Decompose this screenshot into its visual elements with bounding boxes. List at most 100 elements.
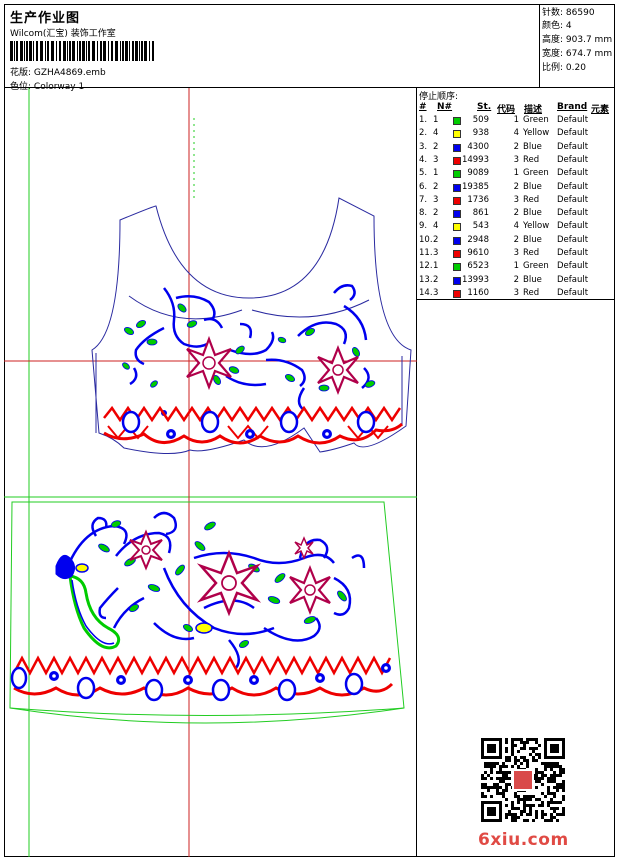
stop-description: Red bbox=[523, 287, 540, 298]
stop-needle: 3 bbox=[433, 248, 439, 258]
stop-row: 12. 1 6523 1 Green Default bbox=[417, 261, 615, 274]
stop-needle: 2 bbox=[433, 181, 439, 192]
thread-color-swatch bbox=[453, 250, 461, 258]
stop-code: 1 bbox=[513, 261, 519, 272]
skirt-flowers bbox=[129, 529, 331, 634]
design-file-name: GZHA4869.emb bbox=[33, 68, 106, 78]
stop-brand: Default bbox=[557, 274, 589, 285]
stop-code: 2 bbox=[513, 208, 519, 219]
stop-index: 4. bbox=[419, 154, 428, 165]
stop-needle: 4 bbox=[433, 221, 439, 232]
thread-color-swatch bbox=[453, 196, 461, 205]
qr-code-image bbox=[481, 738, 565, 822]
stop-code: 3 bbox=[513, 287, 519, 298]
thread-color-swatch bbox=[453, 130, 461, 139]
stop-index: 9. bbox=[419, 221, 428, 232]
stop-code: 3 bbox=[513, 248, 519, 258]
stop-brand: Default bbox=[557, 194, 589, 205]
stop-description: Blue bbox=[523, 234, 542, 245]
stop-needle: 2 bbox=[433, 234, 439, 245]
stop-index: 2. bbox=[419, 128, 428, 139]
stop-brand: Default bbox=[557, 208, 589, 219]
thread-color-swatch bbox=[453, 236, 461, 245]
stop-stitches: 4300 bbox=[467, 141, 489, 152]
design-file-line: 花版: GZHA4869.emb bbox=[10, 65, 106, 78]
studio-name: Wilcom(汇宝) 装饰工作室 bbox=[10, 29, 116, 39]
stop-row: 1. 1 509 1 Green Default bbox=[417, 115, 615, 128]
stop-index: 3. bbox=[419, 141, 428, 152]
col-header-brand: Brand bbox=[557, 102, 588, 112]
stop-stitches: 543 bbox=[472, 221, 489, 232]
stop-code: 2 bbox=[513, 141, 519, 152]
thread-color-swatch bbox=[453, 183, 461, 192]
stop-brand: Default bbox=[557, 141, 589, 152]
stat-height: 高度: 903.7 mm bbox=[542, 35, 613, 45]
thread-color-swatch bbox=[453, 223, 461, 232]
stop-sequence-title: 停止顺序: bbox=[419, 92, 459, 102]
stop-stitches: 9610 bbox=[467, 248, 489, 258]
thread-color-swatch bbox=[453, 263, 461, 272]
stop-row: 5. 1 9089 1 Green Default bbox=[417, 168, 615, 181]
stop-brand: Default bbox=[557, 261, 589, 272]
thread-color-swatch bbox=[453, 276, 461, 285]
stop-stitches: 509 bbox=[472, 115, 489, 125]
stop-index: 12. bbox=[419, 261, 433, 272]
stop-brand: Default bbox=[557, 234, 589, 245]
col-header-stitches: St. bbox=[477, 102, 492, 112]
guide-lines bbox=[4, 88, 417, 857]
stop-stitches: 861 bbox=[472, 208, 489, 219]
stop-stitches: 2948 bbox=[467, 234, 489, 245]
thread-color-swatch bbox=[453, 210, 461, 219]
stop-brand: Default bbox=[557, 128, 589, 139]
stop-index: 7. bbox=[419, 194, 428, 205]
stop-description: Yellow bbox=[523, 221, 550, 232]
stop-needle: 3 bbox=[433, 154, 439, 165]
stop-index: 6. bbox=[419, 181, 428, 192]
stop-stitches: 19385 bbox=[461, 181, 489, 192]
stop-code: 3 bbox=[513, 154, 519, 165]
stop-brand: Default bbox=[557, 168, 589, 179]
stop-row: 2. 4 938 4 Yellow Default bbox=[417, 128, 615, 141]
stop-description: Blue bbox=[523, 181, 542, 192]
thread-color-swatch bbox=[453, 117, 461, 125]
stop-row: 13. 2 13993 2 Blue Default bbox=[417, 275, 615, 288]
bodice-flowers bbox=[161, 335, 359, 416]
sheet-title: 生产作业图 bbox=[10, 11, 81, 26]
stop-needle: 3 bbox=[433, 287, 439, 298]
stop-brand: Default bbox=[557, 221, 589, 232]
stop-description: Green bbox=[523, 115, 549, 125]
stop-index: 14. bbox=[419, 287, 433, 298]
col-header-element: 元素 bbox=[591, 105, 610, 115]
stop-description: Blue bbox=[523, 274, 542, 285]
stop-row: 7. 3 1736 3 Red Default bbox=[417, 195, 615, 208]
site-watermark: 6xiu.com bbox=[478, 830, 569, 850]
stats-panel: 针数: 86590 颜色: 4 高度: 903.7 mm 宽度: 674.7 m… bbox=[540, 4, 615, 88]
col-header-description: 描述 bbox=[524, 105, 543, 115]
stop-index: 10. bbox=[419, 234, 433, 245]
thread-color-swatch bbox=[453, 170, 461, 179]
stop-stitches: 14993 bbox=[461, 154, 489, 165]
stop-code: 4 bbox=[513, 128, 519, 139]
stop-description: Green bbox=[523, 261, 549, 272]
stop-description: Blue bbox=[523, 141, 542, 152]
thread-color-swatch bbox=[453, 289, 461, 298]
stop-code: 3 bbox=[513, 194, 519, 205]
stop-needle: 4 bbox=[433, 128, 439, 139]
barcode-image bbox=[10, 41, 154, 61]
stop-brand: Default bbox=[557, 154, 589, 165]
thread-color-swatch bbox=[453, 143, 461, 152]
stop-code: 2 bbox=[513, 181, 519, 192]
stop-row: 8. 2 861 2 Blue Default bbox=[417, 208, 615, 221]
stat-width: 宽度: 674.7 mm bbox=[542, 49, 613, 59]
stop-description: Red bbox=[523, 194, 540, 205]
stop-description: Green bbox=[523, 168, 549, 179]
stop-needle: 2 bbox=[433, 274, 439, 285]
stop-index: 11. bbox=[419, 248, 433, 258]
stop-row: 6. 2 19385 2 Blue Default bbox=[417, 182, 615, 195]
stop-stitches: 9089 bbox=[467, 168, 489, 179]
stop-index: 8. bbox=[419, 208, 428, 219]
stop-stitches: 13993 bbox=[461, 274, 489, 285]
stat-scale: 比例: 0.20 bbox=[542, 63, 586, 73]
thread-color-swatch bbox=[453, 156, 461, 165]
stop-needle: 3 bbox=[433, 194, 439, 205]
